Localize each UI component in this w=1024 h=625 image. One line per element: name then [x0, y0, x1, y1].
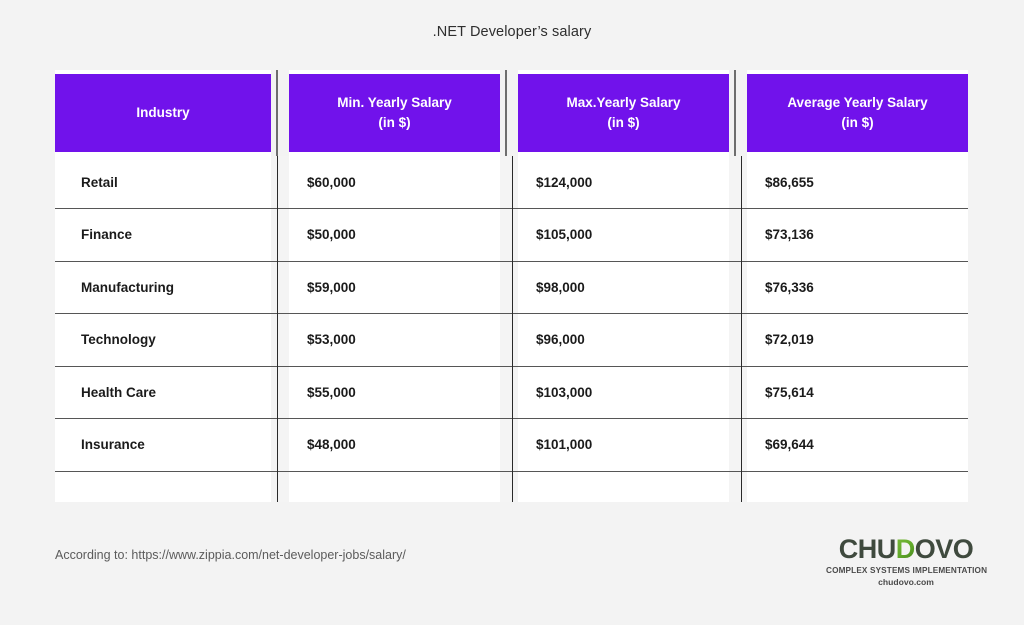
column-header-min-salary: Min. Yearly Salary (in $): [289, 70, 500, 156]
logo-tagline: COMPLEX SYSTEMS IMPLEMENTATION: [826, 566, 988, 575]
cell-average-salary: $75,614: [747, 365, 968, 419]
cell-industry: Finance: [55, 208, 271, 261]
cell-gap: [500, 260, 518, 314]
logo-website: chudovo.com: [878, 577, 934, 587]
cell-max-salary: $98,000: [518, 260, 729, 314]
table-header: Industry Min. Yearly Salary (in $) Max.Y: [55, 70, 968, 156]
cell-gap: [729, 313, 747, 366]
cell-gap: [729, 260, 747, 314]
cell-gap: [271, 260, 289, 314]
logo-text-part2: OVO: [914, 534, 974, 564]
column-header-max-salary-label: Max.Yearly Salary: [566, 95, 681, 111]
cell-gap: [500, 156, 518, 209]
column-header-average-salary-label: Average Yearly Salary: [787, 95, 928, 111]
cell-max-salary: $103,000: [518, 365, 729, 419]
cell-industry: Health Care: [55, 365, 271, 419]
cell-gap: [729, 418, 747, 471]
column-divider: [276, 70, 278, 156]
cell-min-salary: $53,000: [289, 313, 500, 366]
cell-industry: [55, 470, 271, 502]
column-header-average-salary-unit: (in $): [841, 115, 874, 130]
cell-industry: Technology: [55, 313, 271, 366]
cell-industry: Retail: [55, 156, 271, 209]
cell-industry: Manufacturing: [55, 260, 271, 314]
chudovo-logo: CHUDOVO COMPLEX SYSTEMS IMPLEMENTATION c…: [826, 536, 988, 588]
cell-gap: [729, 365, 747, 419]
cell-average-salary: $86,655: [747, 156, 968, 209]
cell-gap: [271, 313, 289, 366]
cell-gap: [271, 470, 289, 502]
cell-gap: [500, 208, 518, 261]
cell-min-salary: $48,000: [289, 418, 500, 471]
column-divider: [741, 156, 742, 502]
cell-min-salary: $60,000: [289, 156, 500, 209]
cell-min-salary: [289, 470, 500, 502]
cell-gap: [729, 156, 747, 209]
column-divider: [277, 156, 278, 502]
cell-average-salary: $72,019: [747, 313, 968, 366]
column-gap: [500, 70, 518, 156]
cell-gap: [271, 208, 289, 261]
cell-max-salary: $105,000: [518, 208, 729, 261]
cell-max-salary: [518, 470, 729, 502]
cell-min-salary: $59,000: [289, 260, 500, 314]
cell-gap: [271, 418, 289, 471]
column-gap: [271, 70, 289, 156]
column-divider: [505, 70, 507, 156]
header-row: Industry Min. Yearly Salary (in $) Max.Y: [55, 70, 968, 156]
cell-max-salary: $101,000: [518, 418, 729, 471]
page-title: .NET Developer’s salary: [432, 24, 592, 40]
column-header-industry: Industry: [55, 70, 271, 156]
logo-wordmark: CHUDOVO: [826, 536, 986, 563]
column-header-min-salary-label: Min. Yearly Salary: [337, 95, 452, 111]
source-note: According to: https://www.zippia.com/net…: [55, 548, 406, 562]
cell-gap: [500, 365, 518, 419]
cell-gap: [271, 156, 289, 209]
cell-average-salary: $73,136: [747, 208, 968, 261]
logo-text-part1: CHU: [838, 534, 897, 564]
cell-gap: [500, 313, 518, 366]
column-header-max-salary: Max.Yearly Salary (in $): [518, 70, 729, 156]
column-header-industry-label: Industry: [136, 105, 190, 121]
column-header-min-salary-unit: (in $): [378, 115, 411, 130]
cell-min-salary: $50,000: [289, 208, 500, 261]
cell-average-salary: [747, 470, 968, 502]
cell-gap: [271, 365, 289, 419]
cell-industry: Insurance: [55, 418, 271, 471]
infographic-page: .NET Developer’s salary Industry Min. Ye…: [0, 0, 1024, 625]
logo-text-green-d: D: [895, 534, 916, 564]
column-header-max-salary-unit: (in $): [607, 115, 640, 130]
cell-average-salary: $69,644: [747, 418, 968, 471]
cell-average-salary: $76,336: [747, 260, 968, 314]
column-divider: [734, 70, 736, 156]
column-header-average-salary: Average Yearly Salary (in $): [747, 70, 968, 156]
cell-gap: [729, 470, 747, 502]
cell-gap: [500, 418, 518, 471]
cell-gap: [729, 208, 747, 261]
column-divider: [512, 156, 513, 502]
cell-max-salary: $96,000: [518, 313, 729, 366]
cell-min-salary: $55,000: [289, 365, 500, 419]
cell-gap: [500, 470, 518, 502]
column-gap: [729, 70, 747, 156]
cell-max-salary: $124,000: [518, 156, 729, 209]
